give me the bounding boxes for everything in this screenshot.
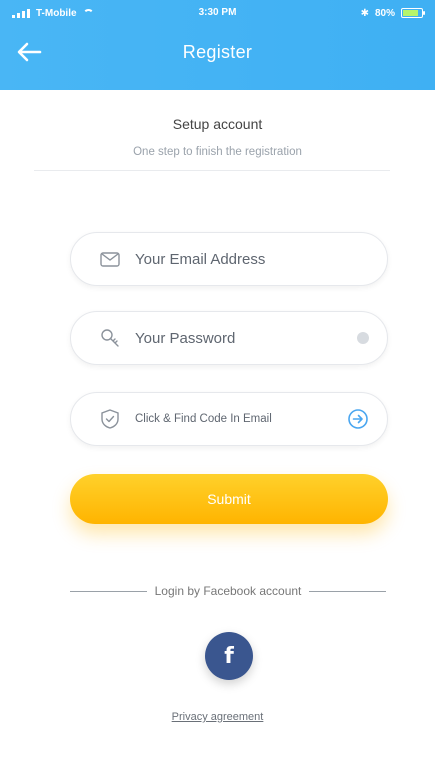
verification-code-input[interactable]: [133, 412, 339, 426]
facebook-login-button[interactable]: f: [205, 632, 253, 680]
register-screen: T-Mobile 3:30 PM ✱ 80% Register Setup ac…: [0, 0, 435, 773]
status-bar: T-Mobile 3:30 PM ✱ 80%: [0, 0, 435, 26]
facebook-login-label: Login by Facebook account: [154, 584, 302, 598]
key-icon: [101, 329, 119, 347]
nav-bar: Register: [0, 26, 435, 78]
facebook-icon: f: [224, 643, 234, 669]
shield-check-icon: [101, 409, 119, 429]
status-left: T-Mobile: [12, 8, 94, 19]
submit-button[interactable]: Submit: [70, 474, 388, 524]
setup-title: Setup account: [172, 116, 263, 132]
back-arrow-icon[interactable]: [14, 38, 44, 66]
header-bar: T-Mobile 3:30 PM ✱ 80% Register: [0, 0, 435, 90]
bluetooth-icon: ✱: [360, 7, 369, 19]
email-field-wrapper[interactable]: [70, 232, 388, 286]
arrow-circle-right-icon[interactable]: [347, 408, 369, 430]
carrier-label: T-Mobile: [36, 7, 77, 19]
setup-subtitle: One step to finish the registration: [133, 146, 302, 158]
wifi-icon: [82, 9, 94, 17]
signal-icon: [12, 8, 30, 18]
code-field-wrapper[interactable]: [70, 392, 388, 446]
privacy-agreement-link[interactable]: Privacy agreement: [0, 711, 435, 723]
divider-line-left: [70, 590, 147, 592]
facebook-login-divider: Login by Facebook account: [70, 584, 387, 598]
section-divider: [34, 170, 390, 171]
email-input[interactable]: [133, 249, 369, 269]
divider-line-right: [309, 590, 387, 592]
password-field-wrapper[interactable]: [70, 311, 388, 365]
status-right: ✱ 80%: [360, 7, 425, 19]
password-visibility-eye-icon[interactable]: [357, 332, 369, 344]
password-input[interactable]: [133, 328, 349, 348]
mail-icon: [100, 252, 120, 267]
page-title: Register: [182, 41, 253, 62]
battery-icon: [401, 8, 425, 18]
status-time: 3:30 PM: [198, 7, 237, 18]
battery-percent: 80%: [374, 7, 395, 19]
